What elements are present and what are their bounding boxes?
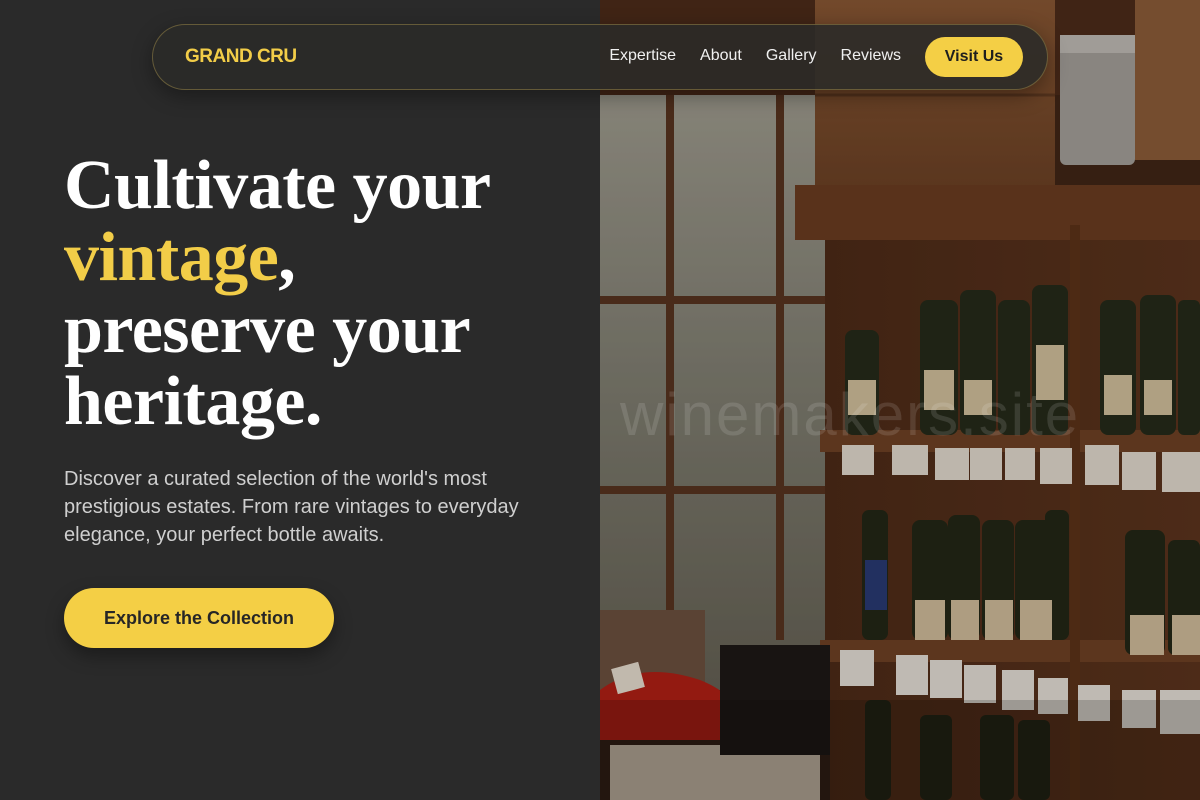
nav-link-about[interactable]: About bbox=[700, 47, 742, 65]
headline-accent: vintage bbox=[64, 219, 279, 296]
nav-link-gallery[interactable]: Gallery bbox=[766, 47, 817, 65]
nav-links: Expertise About Gallery Reviews bbox=[609, 47, 901, 65]
visit-us-button[interactable]: Visit Us bbox=[925, 37, 1023, 77]
nav-link-expertise[interactable]: Expertise bbox=[609, 47, 676, 65]
nav-link-reviews[interactable]: Reviews bbox=[841, 47, 901, 65]
headline-line-1: Cultivate your bbox=[64, 147, 491, 224]
headline-line-3: preserve your bbox=[64, 291, 471, 368]
watermark-text: winemakers.site bbox=[620, 381, 1081, 448]
hero-description: Discover a curated selection of the worl… bbox=[64, 468, 519, 546]
hero-headline: Cultivate your vintage, preserve your he… bbox=[64, 150, 584, 438]
brand-logo[interactable]: GRAND CRU bbox=[185, 46, 297, 68]
explore-collection-button[interactable]: Explore the Collection bbox=[64, 588, 334, 648]
top-navigation: GRAND CRU Expertise About Gallery Review… bbox=[152, 24, 1048, 90]
headline-comma: , bbox=[278, 219, 296, 296]
headline-line-4: heritage. bbox=[64, 363, 322, 440]
